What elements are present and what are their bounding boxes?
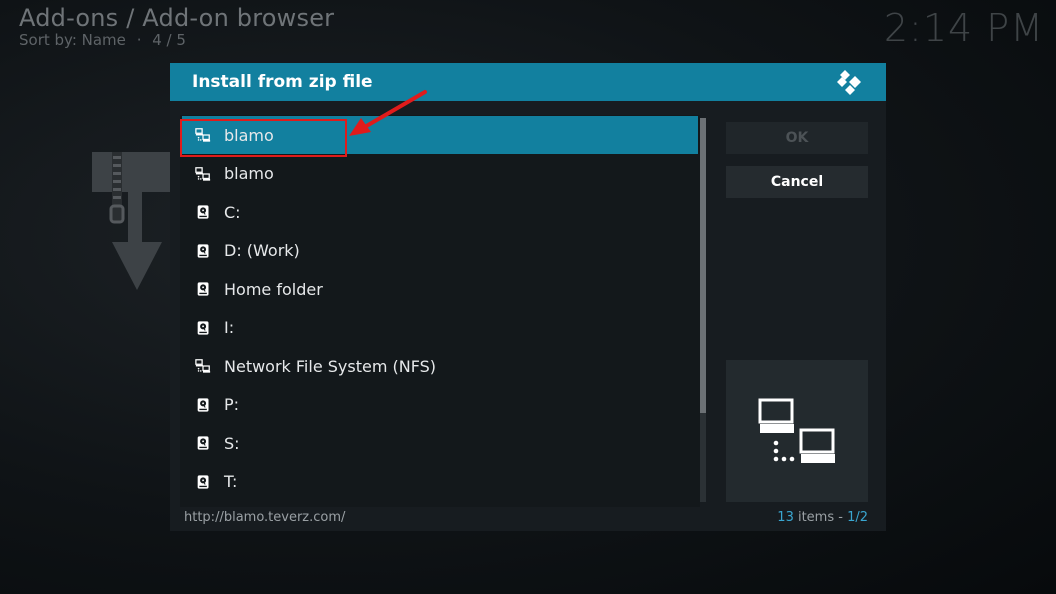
network-icon	[194, 357, 212, 375]
list-item-label: Network File System (NFS)	[224, 356, 437, 376]
list-item-label: blamo	[224, 164, 274, 183]
dialog-header: Install from zip file	[170, 63, 886, 101]
sort-label[interactable]: Sort by: Name	[19, 31, 126, 49]
list-item-label: D: (Work)	[224, 241, 300, 260]
annotation-arrow-icon	[349, 90, 427, 136]
scrollbar-thumb[interactable]	[700, 118, 706, 413]
hard-drive-icon	[194, 203, 212, 221]
list-item-label: P:	[224, 395, 240, 414]
list-item[interactable]: C:	[182, 193, 698, 231]
page-position: 4 / 5	[152, 31, 186, 49]
hard-drive-icon	[194, 280, 212, 298]
list-scrollbar[interactable]	[700, 118, 706, 502]
source-list[interactable]: blamo blamo C: D: (Work) Home folder I: Networ…	[180, 115, 700, 507]
ok-button[interactable]: OK	[726, 122, 868, 154]
list-item-label: C:	[224, 202, 241, 222]
list-item[interactable]: Network File System (NFS)	[182, 347, 698, 385]
hard-drive-icon	[194, 319, 212, 337]
hard-drive-icon	[194, 396, 212, 414]
network-preview-icon	[758, 398, 835, 463]
item-count-number: 13	[777, 510, 794, 525]
item-count-text: items -	[793, 510, 848, 525]
hard-drive-icon	[194, 434, 212, 452]
clock: 2:14 PM	[883, 6, 1044, 50]
list-item[interactable]: P:	[182, 386, 698, 424]
annotation-highlight-box	[180, 119, 347, 157]
breadcrumb-title: Add-ons / Add-on browser	[19, 4, 335, 32]
item-count: 13 items - 1/2	[777, 510, 868, 525]
page-indicator: 1/2	[847, 510, 868, 525]
list-item-label: T:	[224, 472, 238, 491]
list-item[interactable]: blamo	[182, 155, 698, 193]
current-path: http://blamo.teverz.com/	[184, 510, 346, 525]
list-item-label: S:	[224, 433, 240, 453]
hard-drive-icon	[194, 242, 212, 260]
hard-drive-icon	[194, 473, 212, 491]
list-item[interactable]: I:	[182, 309, 698, 347]
list-item[interactable]: T:	[182, 463, 698, 501]
network-icon	[194, 165, 212, 183]
list-item-label: I:	[224, 318, 235, 337]
list-item[interactable]: Home folder	[182, 270, 698, 308]
kodi-logo-icon	[837, 70, 861, 95]
kodi-screen: Add-ons / Add-on browser Sort by: Name ·…	[0, 0, 1056, 594]
sort-separator: ·	[136, 31, 142, 49]
list-item[interactable]: D: (Work)	[182, 232, 698, 270]
list-item[interactable]: S:	[182, 424, 698, 462]
sort-info: Sort by: Name · 4 / 5	[19, 31, 186, 49]
cancel-button[interactable]: Cancel	[726, 166, 868, 198]
list-item-label: Home folder	[224, 279, 323, 299]
source-preview	[726, 360, 868, 502]
zip-archive-icon	[92, 152, 174, 290]
